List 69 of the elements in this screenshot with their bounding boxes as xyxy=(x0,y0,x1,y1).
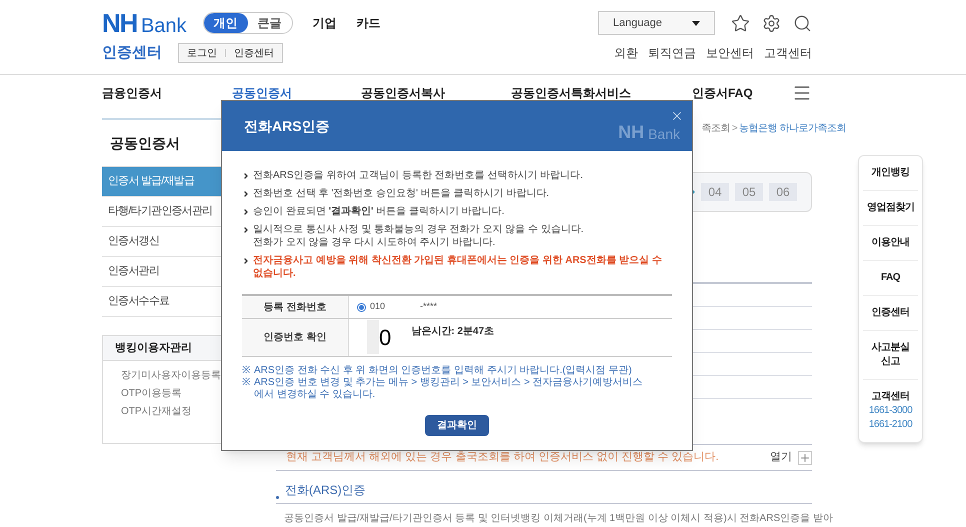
nav-tab[interactable]: 공동인증서복사 xyxy=(361,84,511,102)
quick-menu-link[interactable]: 사고분실 신고 xyxy=(872,341,910,369)
quick-menu-link[interactable]: 고객센터 xyxy=(872,390,910,404)
sub-link[interactable]: 로그인 xyxy=(187,46,217,60)
utility-link[interactable]: 고객센터 xyxy=(764,44,812,62)
row-label: 인증번호 확인 xyxy=(264,331,326,345)
top-link[interactable]: 기업 xyxy=(312,14,337,32)
nav-tab[interactable]: 인증서FAQ xyxy=(692,84,792,102)
phone-prefix: 010 xyxy=(370,300,386,314)
quick-menu-link[interactable]: 영업점찾기 xyxy=(866,201,914,215)
row-label: 등록 전화번호 xyxy=(264,300,326,314)
breadcrumb-link[interactable]: 농협은행 하나로가족조회 xyxy=(739,120,846,136)
breadcrumb-separator: > xyxy=(732,122,738,136)
notice-text: 현재 고객님께서 해외에 있는 경우 출국조회를 하여 인증서비스 없이 진행할 수 있습니다. xyxy=(286,450,719,466)
bank-logo: NH Bank xyxy=(102,10,187,36)
caret-icon xyxy=(692,20,700,26)
bank-logo: NH Bank xyxy=(618,123,680,141)
expand-button[interactable]: 열기 xyxy=(770,449,812,466)
quick-menu-link[interactable]: 인증센터 xyxy=(872,306,910,320)
note-text: ARS인증 전화 수신 후 위 화면의 인증번호를 입력해 주시기 바랍니다.(입력시점 무관) xyxy=(254,365,632,377)
search-icon[interactable] xyxy=(793,14,812,32)
section-heading: 전화(ARS)인증 xyxy=(285,482,366,499)
radio-button[interactable] xyxy=(357,302,366,312)
language-select[interactable]: Language xyxy=(598,11,715,35)
timer-text: 남은시간: 2분47초 xyxy=(411,325,494,339)
nav-tab[interactable]: 금융인증서 xyxy=(102,84,232,102)
instruction-text: 일시적으로 통신사 사정 및 통화불능의 경우 전화가 오지 않을 수 있습니다. 전화가 오지 않을 경우 다시 시도하여 주시기 바랍니다. xyxy=(253,223,584,249)
top-link[interactable]: 카드 xyxy=(356,14,381,32)
settings-icon[interactable] xyxy=(762,14,781,32)
quick-menu-link[interactable]: 개인뱅킹 xyxy=(872,166,910,180)
plus-icon xyxy=(798,450,812,464)
section-title: 인증센터 xyxy=(102,42,162,63)
mode-tab[interactable]: 개인 xyxy=(204,13,248,33)
phone-number: 1661-2100 xyxy=(868,418,912,432)
bullet-icon xyxy=(242,226,250,234)
utility-link[interactable]: 외환 xyxy=(614,44,638,62)
nav-tab[interactable]: 공동인증서특화서비스 xyxy=(511,84,692,102)
mode-tab[interactable]: 큰글 xyxy=(248,13,292,33)
step-label: 05 xyxy=(735,183,763,201)
sub-link[interactable]: 인증센터 xyxy=(234,46,274,60)
instruction-text: 전자금융사고 예방을 위해 착신전환 가입된 휴대폰에서는 인증을 위한 ARS전화를 받으실 수 없습니다. xyxy=(253,254,663,280)
phone-number: 1661-3000 xyxy=(868,404,912,418)
modal-title: 전화ARS인증 xyxy=(244,116,330,136)
bullet-icon xyxy=(242,190,250,198)
section-paragraph: 공동인증서 발급/재발급/타기관인증서 등록 및 인터넷뱅킹 이체거래(누계 1백만원 이상 이체시 적용)시 전화ARS인증을 받아 xyxy=(284,513,833,524)
bullet-icon xyxy=(242,208,250,216)
bullet-icon xyxy=(242,257,250,265)
step-label: 04 xyxy=(701,183,729,201)
step-label: 06 xyxy=(769,183,797,201)
instruction-text: 전화번호 선택 후 '전화번호 승인요청' 버튼을 클릭하시기 바랍니다. xyxy=(253,187,550,200)
instruction-text: 승인이 완료되면 '결과확인' 버튼을 클릭하시기 바랍니다. xyxy=(253,205,504,218)
sidebar-title: 공동인증서 xyxy=(109,135,180,151)
quick-menu-link[interactable]: FAQ xyxy=(880,271,900,285)
confirm-button[interactable]: 결과확인 xyxy=(425,415,489,436)
close-icon[interactable] xyxy=(670,109,684,123)
utility-link[interactable]: 보안센터 xyxy=(706,44,754,62)
breadcrumb-link[interactable]: 족조회 xyxy=(701,120,730,136)
code-field[interactable]: 0 xyxy=(367,319,392,355)
phone-suffix: -**** xyxy=(420,300,438,314)
note-mark: ※ xyxy=(242,365,250,377)
star-icon[interactable] xyxy=(731,14,750,32)
note-mark: ※ xyxy=(242,377,250,390)
quick-menu-link[interactable]: 이용안내 xyxy=(872,236,910,250)
bullet-icon xyxy=(242,172,250,180)
box-title: 뱅킹이용자관리 xyxy=(115,340,192,356)
utility-link[interactable]: 퇴직연금 xyxy=(648,44,696,62)
note-text: ARS인증 번호 변경 및 추가는 메뉴 > 뱅킹관리 > 보안서비스 > 전자금융사기예방서비스 에서 변경하실 수 있습니다. xyxy=(254,377,643,401)
nav-tab[interactable]: 공동인증서 xyxy=(232,84,361,102)
instruction-text: 전화ARS인증을 위하여 고객님이 등록한 전화번호를 선택하시기 바랍니다. xyxy=(253,169,584,182)
